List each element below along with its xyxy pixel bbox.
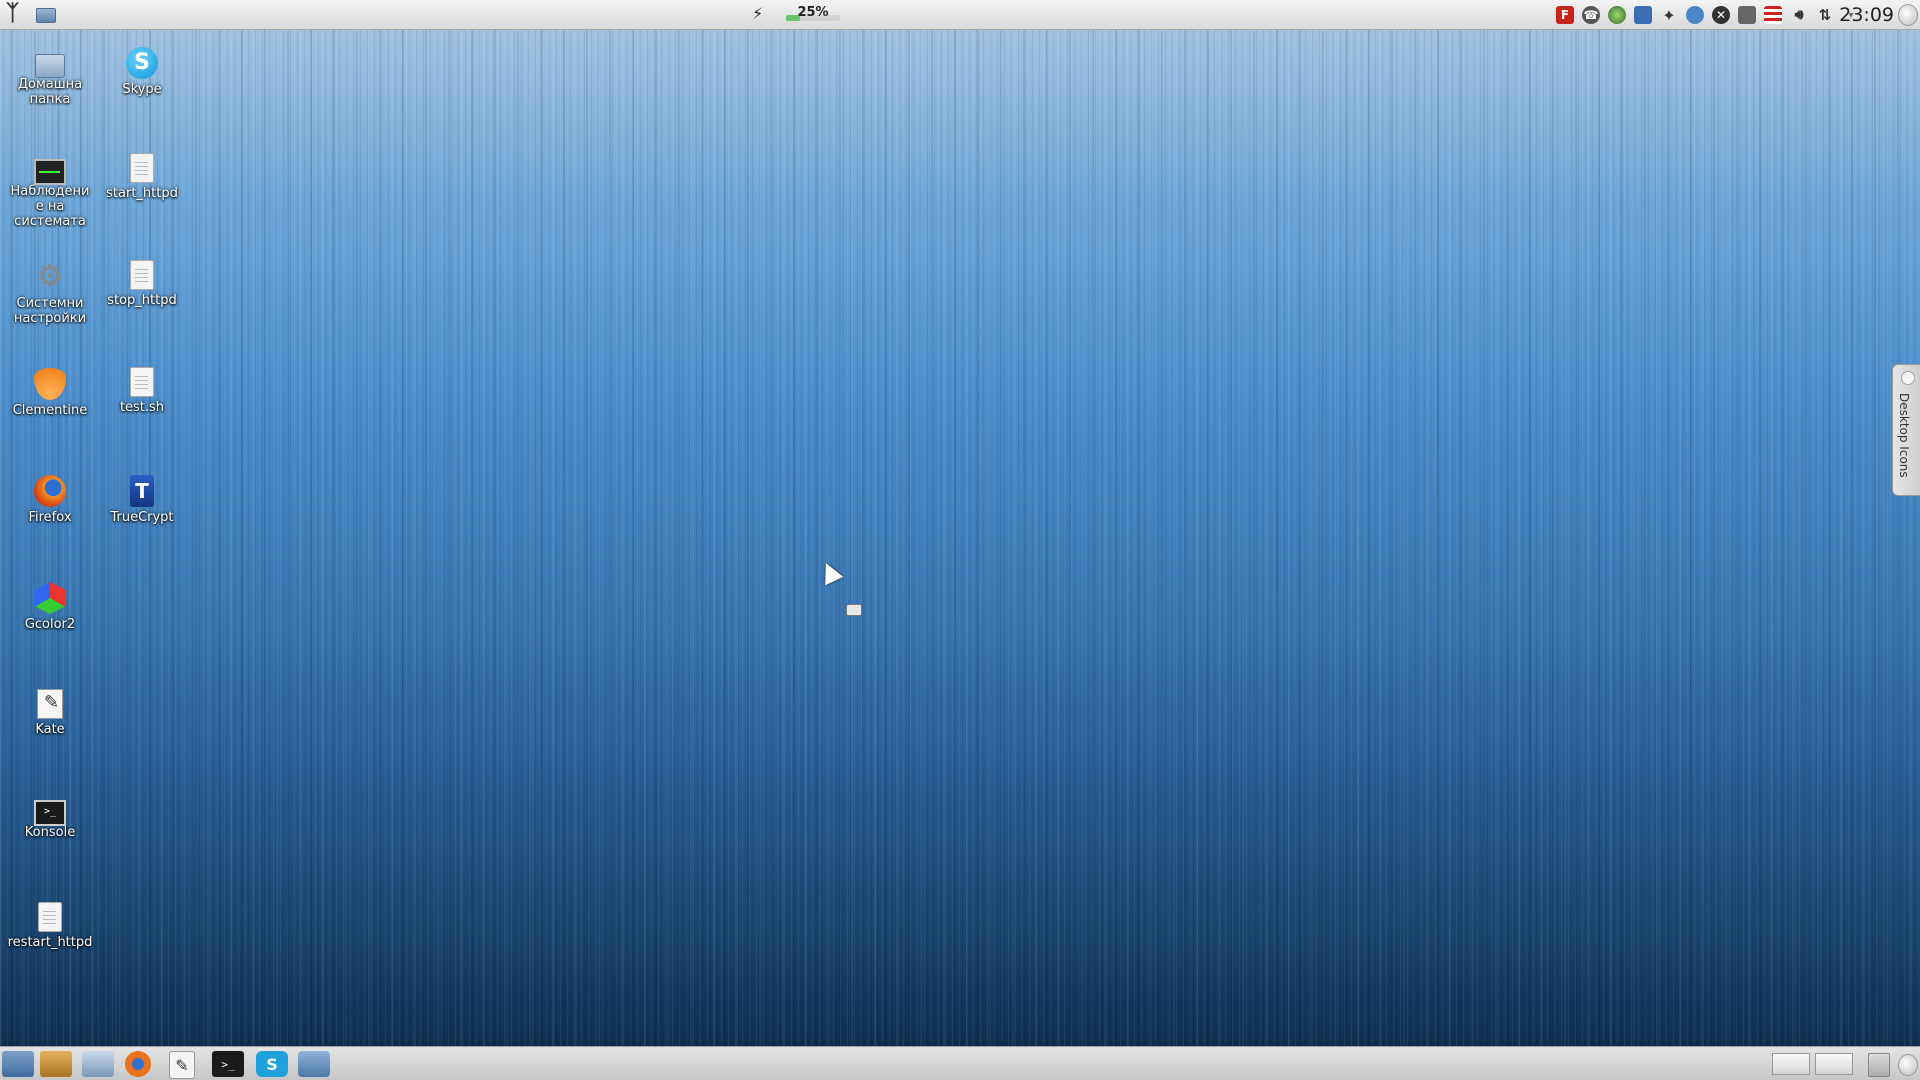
clipboard-window-icon[interactable]: [1634, 6, 1652, 24]
desktop-icon-system-monitor[interactable]: Наблюдение на системата: [7, 155, 93, 229]
desktop-icon-home-folder[interactable]: Домашна папка: [7, 50, 93, 107]
file-manager-icon[interactable]: [82, 1051, 114, 1077]
desktop-icon-label: restart_httpd: [7, 935, 93, 950]
desktop-icon-system-settings[interactable]: ⚙ Системни настройки: [7, 259, 93, 327]
firefox-icon[interactable]: [125, 1051, 151, 1077]
terminal-icon: >_: [34, 800, 66, 826]
us-flag-icon[interactable]: [1764, 6, 1782, 24]
desktop-icon-label: start_httpd: [106, 186, 178, 201]
konsole-icon[interactable]: >_: [212, 1051, 244, 1077]
pager-desktop-2[interactable]: [1815, 1053, 1853, 1075]
desktop-icons-side-tab[interactable]: Desktop Icons: [1892, 364, 1920, 496]
color-cube-icon: [34, 582, 66, 614]
updown-arrows-icon[interactable]: ⇅: [1816, 6, 1834, 24]
desktop-icon-stop-httpd[interactable]: stop_httpd: [99, 260, 185, 308]
show-desktop-icon[interactable]: [36, 8, 56, 23]
cursor-badge-icon: [846, 604, 862, 616]
mouse-cursor-icon: [816, 558, 844, 586]
skype-icon[interactable]: S: [256, 1051, 288, 1077]
desktop-icon-label: Konsole: [24, 825, 76, 840]
desktop-icon-truecrypt[interactable]: T TrueCrypt: [99, 475, 185, 525]
home-folder-icon: [35, 54, 65, 78]
kde-menu-icon[interactable]: ᛉ: [6, 2, 26, 26]
desktop-icon-label: TrueCrypt: [110, 510, 174, 525]
kate-editor-icon: [37, 689, 63, 719]
power-plug-icon[interactable]: ⚡: [752, 4, 763, 23]
desktop-icon-label: Firefox: [28, 510, 72, 525]
desktop-icon-skype[interactable]: S Skype: [99, 47, 185, 97]
desktop-icon-label: Clementine: [12, 403, 88, 418]
filezilla-icon[interactable]: F: [1556, 6, 1574, 24]
firefox-icon: [34, 475, 66, 507]
desktop-icon-label: Kate: [35, 722, 65, 737]
skype-icon: S: [126, 47, 158, 79]
battery-indicator[interactable]: 25%: [786, 4, 840, 24]
desktop-icon-label: Skype: [122, 82, 162, 97]
system-monitor-icon: [34, 159, 66, 185]
clock[interactable]: 23:09: [1839, 3, 1894, 27]
desktop-icon-label: Наблюдение на системата: [10, 184, 90, 229]
dropbox-icon[interactable]: ✦: [1660, 6, 1678, 25]
network-globe-icon[interactable]: [1608, 6, 1626, 24]
phone-icon[interactable]: ☎: [1582, 6, 1600, 24]
system-tray: F ☎ ✦ ✕ 🔊︎ ⇅ ▾: [1556, 3, 1860, 27]
side-tab-label: Desktop Icons: [1897, 393, 1911, 478]
desktop-icon-konsole[interactable]: >_ Konsole: [7, 796, 93, 840]
desktop-icon-label: test.sh: [119, 400, 165, 415]
script-file-icon: [130, 260, 154, 290]
battery-percent: 25%: [797, 5, 829, 20]
script-file-icon: [130, 367, 154, 397]
side-tab-handle-icon: [1901, 371, 1915, 385]
clementine-icon: [34, 368, 66, 400]
gear-icon: ⚙: [36, 259, 64, 294]
trash-icon[interactable]: [1868, 1053, 1890, 1077]
script-file-icon: [38, 902, 62, 932]
panel-toolbox-icon[interactable]: [1898, 1054, 1918, 1076]
desktop-icon-label: Gcolor2: [24, 617, 76, 632]
desktop-icon-label: Домашна папка: [17, 77, 83, 107]
app-launcher-icon[interactable]: [298, 1051, 330, 1077]
desktop-icon-restart-httpd[interactable]: restart_httpd: [7, 902, 93, 950]
desktop-icon-start-httpd[interactable]: start_httpd: [99, 153, 185, 201]
desktop-icon-gcolor2[interactable]: Gcolor2: [7, 582, 93, 632]
show-desktop-icon[interactable]: [2, 1051, 34, 1077]
top-panel: ᛉ ⚡ 25% F ☎ ✦ ✕ 🔊︎ ⇅ ▾ 23:09: [0, 0, 1920, 30]
desktop-icon-test-sh[interactable]: test.sh: [99, 367, 185, 415]
script-file-icon: [130, 153, 154, 183]
kate-icon[interactable]: ✎: [169, 1051, 195, 1079]
desktop-icon-clementine[interactable]: Clementine: [7, 368, 93, 418]
network-manager-icon[interactable]: [1686, 6, 1704, 24]
desktop-icon-kate[interactable]: Kate: [7, 689, 93, 737]
volume-icon[interactable]: 🔊︎: [1790, 6, 1808, 24]
desktop-icon-firefox[interactable]: Firefox: [7, 475, 93, 525]
pager-desktop-1[interactable]: [1772, 1053, 1810, 1075]
desktop-icon-label: stop_httpd: [107, 293, 177, 308]
panel-toolbox-icon[interactable]: [1898, 4, 1918, 26]
package-icon[interactable]: [40, 1051, 72, 1077]
taskbar: ✎ >_ S: [0, 1046, 1920, 1080]
klipper-icon[interactable]: [1738, 6, 1756, 24]
desktop-icon-label: Системни настройки: [13, 296, 87, 326]
close-circle-icon[interactable]: ✕: [1712, 6, 1730, 24]
truecrypt-icon: T: [130, 475, 154, 507]
